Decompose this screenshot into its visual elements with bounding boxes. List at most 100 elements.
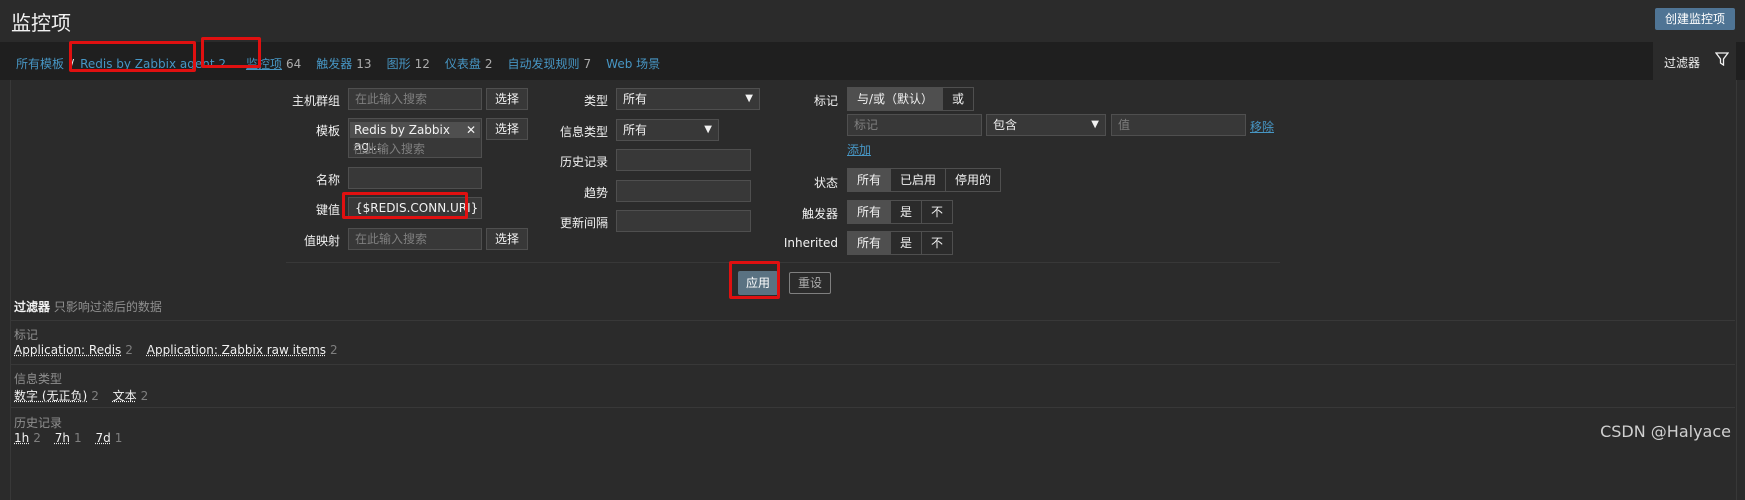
divider xyxy=(10,407,1735,408)
tags-mode-andor[interactable]: 与/或（默认） xyxy=(848,88,944,110)
tab-graphs[interactable]: 图形 xyxy=(387,55,411,72)
chevron-down-icon: ▼ xyxy=(745,93,753,104)
subfilter-infotype-numeric[interactable]: 数字 (无正负) xyxy=(14,389,87,403)
remove-tag-link[interactable]: 移除 xyxy=(1250,118,1274,135)
interval-input[interactable] xyxy=(616,210,751,232)
subfilter-infotype-label: 信息类型 xyxy=(14,372,63,386)
filter-tab[interactable]: 过滤器 xyxy=(1653,42,1736,80)
tab-dashboards[interactable]: 仪表盘 xyxy=(445,55,481,72)
subfilter-title: 过滤器 只影响过滤后的数据 xyxy=(14,298,162,315)
trend-input[interactable] xyxy=(616,180,751,202)
triggers-all[interactable]: 所有 xyxy=(848,201,892,223)
tab-graphs-count: 12 xyxy=(414,56,430,71)
inherited-label: Inherited xyxy=(783,236,838,250)
host-group-select-button[interactable]: 选择 xyxy=(486,88,528,110)
interval-label: 更新间隔 xyxy=(559,216,608,230)
info-type-select[interactable]: 所有 ▼ xyxy=(616,119,719,141)
type-select[interactable]: 所有 ▼ xyxy=(616,88,760,110)
triggers-no[interactable]: 不 xyxy=(922,201,953,223)
tags-mode-toggle: 与/或（默认） 或 xyxy=(847,87,975,111)
filter-panel xyxy=(10,80,1737,500)
state-label: 状态 xyxy=(813,176,838,190)
tag-operator-value: 包含 xyxy=(993,118,1018,132)
info-type-select-value: 所有 xyxy=(623,123,648,137)
tags-mode-or[interactable]: 或 xyxy=(943,88,974,110)
valuemap-input[interactable]: 在此输入搜索 xyxy=(348,228,482,250)
subfilter-tag-zabbix-raw[interactable]: Application: Zabbix raw items xyxy=(147,343,326,357)
subfilter-count: 2 xyxy=(125,343,133,357)
subfilter-history-label: 历史记录 xyxy=(14,416,63,430)
tab-triggers[interactable]: 触发器 xyxy=(316,55,352,72)
chevron-down-icon: ▼ xyxy=(704,124,712,135)
create-item-button[interactable]: 创建监控项 xyxy=(1654,8,1735,30)
reset-button[interactable]: 重设 xyxy=(789,272,831,294)
triggers-yes[interactable]: 是 xyxy=(891,201,923,223)
inherited-toggle: 所有 是 不 xyxy=(847,231,954,255)
tag-name-input[interactable]: 标记 xyxy=(847,114,982,136)
state-all[interactable]: 所有 xyxy=(848,169,892,191)
subfilter-count: 2 xyxy=(91,389,99,403)
subfilter-history-1h[interactable]: 1h xyxy=(14,431,29,445)
state-toggle: 所有 已启用 停用的 xyxy=(847,168,1002,192)
watermark: CSDN @Halyace xyxy=(1600,422,1731,441)
inherited-yes[interactable]: 是 xyxy=(891,232,923,254)
triggers-toggle: 所有 是 不 xyxy=(847,200,954,224)
tab-web-scenarios[interactable]: Web 场景 xyxy=(606,55,660,72)
template-label: 模板 xyxy=(315,124,340,138)
tags-label: 标记 xyxy=(813,94,838,108)
history-label: 历史记录 xyxy=(559,155,608,169)
name-label: 名称 xyxy=(315,173,340,187)
subfilter-history-values: 1h 2 7h 1 7d 1 xyxy=(14,431,132,445)
close-icon[interactable]: ✕ xyxy=(466,122,476,138)
filter-divider xyxy=(286,262,1280,263)
divider xyxy=(10,364,1735,365)
template-search-placeholder[interactable]: 在此输入搜索 xyxy=(353,140,425,157)
subfilter-heading: 过滤器 xyxy=(14,300,51,314)
subfilter-tags-label: 标记 xyxy=(14,328,39,342)
type-label: 类型 xyxy=(583,94,608,108)
subfilter-count: 2 xyxy=(140,389,149,403)
host-group-label: 主机群组 xyxy=(291,94,340,108)
chevron-down-icon: ▼ xyxy=(1091,119,1099,130)
template-select-button[interactable]: 选择 xyxy=(486,118,528,140)
state-enabled[interactable]: 已启用 xyxy=(891,169,947,191)
tab-discovery-rules[interactable]: 自动发现规则 xyxy=(508,55,580,72)
state-disabled[interactable]: 停用的 xyxy=(946,169,1001,191)
key-label: 键值 xyxy=(315,203,340,217)
filter-tab-label: 过滤器 xyxy=(1664,56,1701,70)
subfilter-tags-values: Application: Redis 2 Application: Zabbix … xyxy=(14,343,348,357)
template-nav: 所有模板 / Redis by Zabbix agent 2 监控项 64 触发器… xyxy=(0,42,1745,80)
inherited-no[interactable]: 不 xyxy=(922,232,953,254)
tag-value-input[interactable]: 值 xyxy=(1111,114,1246,136)
subfilter-count: 2 xyxy=(33,431,41,445)
add-tag-link[interactable]: 添加 xyxy=(847,141,871,158)
valuemap-select-button[interactable]: 选择 xyxy=(486,228,528,250)
tag-operator-select[interactable]: 包含 ▼ xyxy=(986,114,1106,136)
host-group-input[interactable]: 在此输入搜索 xyxy=(348,88,482,110)
subfilter-count: 1 xyxy=(114,431,123,445)
template-chip[interactable]: Redis by Zabbix ag... ✕ xyxy=(350,122,480,153)
highlight-key xyxy=(342,192,468,219)
history-input[interactable] xyxy=(616,149,751,171)
subfilter-history-7d[interactable]: 7d xyxy=(95,431,110,445)
valuemap-label: 值映射 xyxy=(303,234,340,248)
subfilter-tag-redis[interactable]: Application: Redis xyxy=(14,343,121,357)
highlight-items-tab xyxy=(201,37,261,68)
name-input[interactable] xyxy=(348,167,482,189)
subfilter-history-7h[interactable]: 7h xyxy=(55,431,70,445)
type-select-value: 所有 xyxy=(623,92,648,106)
tab-triggers-count: 13 xyxy=(356,56,372,71)
subfilter-infotype-values: 数字 (无正负) 2 文本 2 xyxy=(14,387,158,404)
subfilter-count: 1 xyxy=(73,431,82,445)
inherited-all[interactable]: 所有 xyxy=(848,232,892,254)
page-title: 监控项 xyxy=(11,11,71,35)
trend-label: 趋势 xyxy=(583,186,608,200)
subfilter-subtitle: 只影响过滤后的数据 xyxy=(53,300,162,314)
page-header: 监控项 创建监控项 xyxy=(0,0,1745,42)
subfilter-infotype-text[interactable]: 文本 xyxy=(113,389,137,403)
info-type-label: 信息类型 xyxy=(559,125,608,139)
breadcrumb-all-templates[interactable]: 所有模板 xyxy=(16,55,64,72)
highlight-template xyxy=(69,41,196,72)
tab-dashboards-count: 2 xyxy=(484,56,493,71)
triggers-label: 触发器 xyxy=(801,207,838,221)
